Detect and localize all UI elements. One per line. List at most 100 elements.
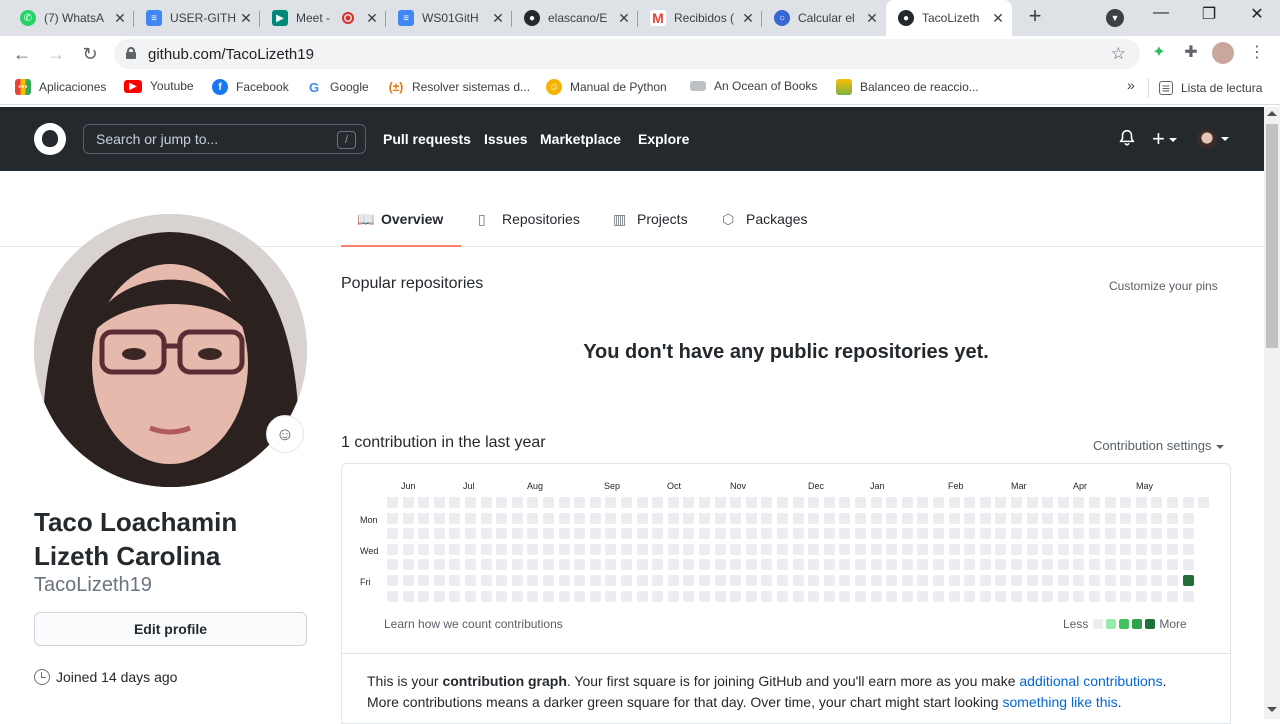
- contribution-day-cell[interactable]: [1027, 575, 1038, 586]
- bookmark-item[interactable]: G Google: [306, 79, 369, 95]
- contribution-day-cell[interactable]: [1027, 513, 1038, 524]
- contribution-day-cell[interactable]: [590, 528, 601, 539]
- contribution-day-cell[interactable]: [559, 497, 570, 508]
- contribution-day-cell[interactable]: [1183, 497, 1194, 508]
- contribution-day-cell[interactable]: [808, 544, 819, 555]
- contribution-day-cell[interactable]: [761, 544, 772, 555]
- contribution-day-cell[interactable]: [1105, 559, 1116, 570]
- contribution-day-cell[interactable]: [964, 513, 975, 524]
- contribution-day-cell[interactable]: [543, 528, 554, 539]
- contribution-day-cell[interactable]: [933, 513, 944, 524]
- close-tab-icon[interactable]: ✕: [740, 10, 756, 27]
- contribution-day-cell[interactable]: [1089, 575, 1100, 586]
- contribution-day-cell[interactable]: [1058, 559, 1069, 570]
- contribution-day-cell[interactable]: [699, 528, 710, 539]
- contribution-day-cell[interactable]: [1058, 544, 1069, 555]
- contribution-day-cell[interactable]: [933, 559, 944, 570]
- contribution-day-cell[interactable]: [886, 513, 897, 524]
- contribution-day-cell[interactable]: [793, 559, 804, 570]
- contribution-day-cell[interactable]: [917, 559, 928, 570]
- contribution-day-cell[interactable]: [652, 513, 663, 524]
- reading-list-button[interactable]: ≡ Lista de lectura: [1148, 78, 1262, 98]
- contribution-day-cell[interactable]: [637, 591, 648, 602]
- contribution-day-cell[interactable]: [590, 559, 601, 570]
- contribution-day-cell[interactable]: [964, 559, 975, 570]
- bookmark-item[interactable]: ▶ Youtube: [124, 79, 194, 93]
- contribution-day-cell[interactable]: [1073, 528, 1084, 539]
- contribution-day-cell[interactable]: [559, 513, 570, 524]
- contribution-day-cell[interactable]: [746, 559, 757, 570]
- contribution-day-cell[interactable]: [730, 544, 741, 555]
- contribution-day-cell[interactable]: [839, 559, 850, 570]
- contribution-day-cell[interactable]: [949, 513, 960, 524]
- contribution-day-cell[interactable]: [1011, 559, 1022, 570]
- contribution-day-cell[interactable]: [1058, 575, 1069, 586]
- contribution-day-cell[interactable]: [574, 559, 585, 570]
- contribution-day-cell[interactable]: [1027, 528, 1038, 539]
- contribution-day-cell[interactable]: [964, 575, 975, 586]
- lock-icon[interactable]: [126, 47, 136, 59]
- contribution-day-cell[interactable]: [871, 544, 882, 555]
- contribution-day-cell[interactable]: [699, 559, 710, 570]
- contribution-day-cell[interactable]: [761, 559, 772, 570]
- bookmark-item[interactable]: Balanceo de reaccio...: [836, 79, 979, 95]
- bookmark-item[interactable]: (±) Resolver sistemas d...: [388, 79, 530, 95]
- contribution-day-cell[interactable]: [637, 559, 648, 570]
- contribution-day-cell[interactable]: [465, 497, 476, 508]
- contribution-day-cell[interactable]: [652, 575, 663, 586]
- contribution-day-cell[interactable]: [1167, 528, 1178, 539]
- contribution-day-cell[interactable]: [668, 591, 679, 602]
- contribution-day-cell[interactable]: [605, 544, 616, 555]
- profile-avatar[interactable]: [34, 214, 307, 487]
- contribution-day-cell[interactable]: [1027, 544, 1038, 555]
- contribution-day-cell[interactable]: [1058, 591, 1069, 602]
- contribution-day-cell[interactable]: [403, 559, 414, 570]
- contribution-day-cell[interactable]: [449, 513, 460, 524]
- contribution-day-cell[interactable]: [949, 591, 960, 602]
- contribution-day-cell[interactable]: [590, 544, 601, 555]
- contribution-day-cell[interactable]: [418, 544, 429, 555]
- contribution-day-cell[interactable]: [481, 513, 492, 524]
- contribution-day-cell[interactable]: [1120, 544, 1131, 555]
- contribution-day-cell[interactable]: [808, 513, 819, 524]
- contribution-day-cell[interactable]: [574, 513, 585, 524]
- contribution-day-cell[interactable]: [496, 544, 507, 555]
- contribution-day-cell[interactable]: [527, 575, 538, 586]
- bookmark-item[interactable]: f Facebook: [212, 79, 289, 95]
- contribution-day-cell[interactable]: [1073, 497, 1084, 508]
- contribution-day-cell[interactable]: [1151, 528, 1162, 539]
- contribution-day-cell[interactable]: [559, 591, 570, 602]
- contribution-day-cell[interactable]: [652, 591, 663, 602]
- contribution-day-cell[interactable]: [1151, 544, 1162, 555]
- contribution-day-cell[interactable]: [574, 497, 585, 508]
- contribution-day-cell[interactable]: [1073, 575, 1084, 586]
- close-tab-icon[interactable]: ✕: [990, 10, 1006, 27]
- contribution-day-cell[interactable]: [605, 513, 616, 524]
- address-bar[interactable]: github.com/TacoLizeth19 ☆: [114, 39, 1140, 69]
- contribution-day-cell[interactable]: [1058, 528, 1069, 539]
- contribution-day-cell[interactable]: [933, 575, 944, 586]
- chrome-menu-icon[interactable]: ⋮: [1246, 42, 1268, 64]
- contribution-day-cell[interactable]: [1198, 497, 1209, 508]
- contribution-day-cell[interactable]: [403, 575, 414, 586]
- contribution-day-cell[interactable]: [715, 544, 726, 555]
- contribution-day-cell[interactable]: [449, 544, 460, 555]
- contribution-day-cell[interactable]: [793, 528, 804, 539]
- contribution-day-cell[interactable]: [512, 497, 523, 508]
- nav-pull-requests[interactable]: Pull requests: [383, 131, 471, 147]
- contribution-day-cell[interactable]: [465, 575, 476, 586]
- contribution-day-cell[interactable]: [1089, 513, 1100, 524]
- new-tab-button[interactable]: +: [1024, 5, 1046, 28]
- contribution-day-cell[interactable]: [621, 591, 632, 602]
- minimize-button[interactable]: —: [1146, 4, 1176, 28]
- browser-tab-active[interactable]: ● TacoLizeth ✕: [886, 0, 1012, 36]
- contribution-day-cell[interactable]: [1042, 544, 1053, 555]
- contribution-day-cell[interactable]: [995, 544, 1006, 555]
- contribution-day-cell[interactable]: [683, 544, 694, 555]
- contribution-day-cell[interactable]: [855, 544, 866, 555]
- contribution-day-cell[interactable]: [512, 575, 523, 586]
- contribution-day-cell[interactable]: [699, 544, 710, 555]
- contribution-day-cell[interactable]: [668, 513, 679, 524]
- contribution-day-cell[interactable]: [1073, 559, 1084, 570]
- contribution-day-cell[interactable]: [496, 591, 507, 602]
